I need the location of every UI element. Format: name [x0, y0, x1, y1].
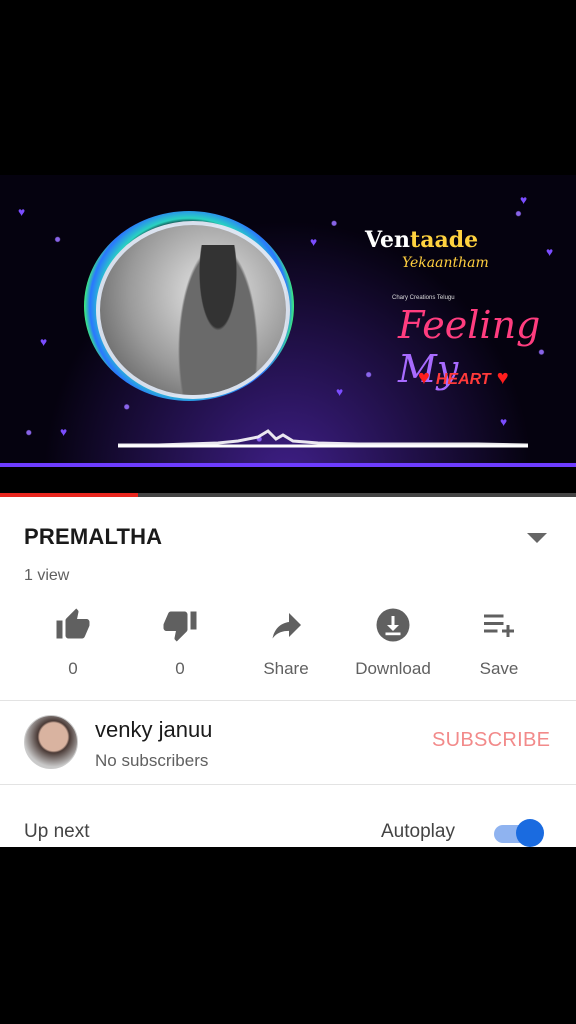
view-count: 1 view: [24, 567, 70, 584]
up-next-label: Up next: [24, 821, 90, 842]
video-title: PREMALTHA: [24, 524, 163, 549]
share-label: Share: [263, 659, 309, 678]
save-label: Save: [479, 659, 519, 678]
toggle-knob: [516, 819, 544, 847]
autoplay-toggle[interactable]: [494, 819, 544, 847]
action-bar: 0 0 Share Download Save: [0, 607, 576, 679]
heart-icon: ♥: [418, 367, 430, 389]
subscriber-count: No subscribers: [95, 751, 209, 770]
divider: [0, 700, 576, 701]
thumbs-down-icon: [163, 611, 197, 642]
heart-decoration-icon: ♥: [520, 193, 528, 207]
overlay-credit: Chary Creations Telugu: [392, 295, 455, 301]
heart-decoration-icon: ♥: [546, 245, 554, 259]
share-arrow-icon: [272, 613, 301, 639]
overlay-subtitle: Yekaantham: [402, 255, 489, 271]
heart-decoration-icon: ♥: [310, 235, 318, 249]
video-player[interactable]: ♥ ♥ ♥ ♥ ♥ ♥ ♥ ♥ Ventaade Yekaantham Char…: [0, 175, 576, 497]
heart-decoration-icon: ♥: [60, 425, 68, 439]
heart-decoration-icon: ♥: [336, 385, 344, 399]
autoplay-label: Autoplay: [381, 821, 455, 842]
divider: [0, 784, 576, 785]
download-icon: [376, 608, 410, 642]
save-button[interactable]: Save: [444, 607, 554, 679]
dislike-count: 0: [175, 659, 185, 678]
bottom-letterbox: [0, 847, 576, 1024]
download-label: Download: [355, 659, 431, 678]
share-button[interactable]: Share: [231, 607, 341, 679]
overlay-title: Ventaade: [365, 227, 479, 253]
like-count: 0: [68, 659, 78, 678]
heart-decoration-icon: ♥: [18, 205, 26, 219]
thumbnail-photo: [96, 221, 290, 399]
heart-decoration-icon: ♥: [40, 335, 48, 349]
like-button[interactable]: 0: [18, 607, 128, 679]
photo-figure: [178, 245, 258, 395]
subscribe-button[interactable]: SUBSCRIBE: [432, 729, 550, 752]
heart-icon: ♥: [496, 367, 509, 389]
dislike-button[interactable]: 0: [125, 607, 235, 679]
channel-name[interactable]: venky januu: [95, 717, 212, 743]
player-controls-area: [0, 467, 576, 493]
channel-avatar[interactable]: [24, 715, 78, 769]
download-button[interactable]: Download: [338, 607, 448, 679]
overlay-heart-text: ♥ HEART ♥: [418, 367, 509, 389]
expand-description-icon[interactable]: [527, 533, 547, 543]
thumbs-up-icon: [56, 608, 90, 639]
audio-waveform: [118, 429, 528, 448]
playlist-add-icon: [484, 614, 514, 637]
video-info-panel: PREMALTHA 1 view 0 0 Share Download Save…: [0, 497, 576, 847]
screen: ♥ ♥ ♥ ♥ ♥ ♥ ♥ ♥ Ventaade Yekaantham Char…: [0, 0, 576, 1024]
